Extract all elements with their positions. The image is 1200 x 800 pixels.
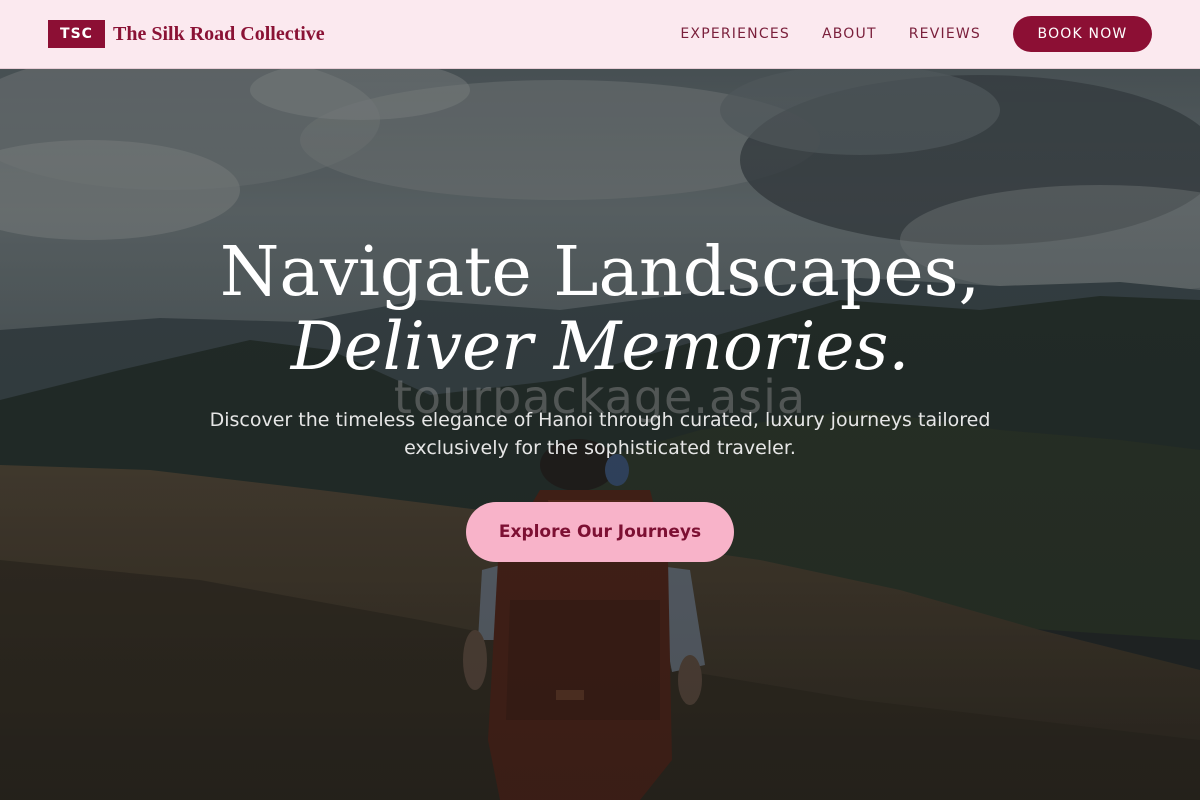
nav-link-about[interactable]: ABOUT [822,26,877,42]
hero-content: Navigate Landscapes, Deliver Memories. D… [0,236,1200,562]
hero-subtitle: Discover the timeless elegance of Hanoi … [209,409,991,459]
brand-name: The Silk Road Collective [113,22,325,45]
hero-headline: Navigate Landscapes, Deliver Memories. [0,236,1200,384]
headline-line-1: Navigate Landscapes, [219,233,981,312]
explore-journeys-button[interactable]: Explore Our Journeys [466,502,734,562]
nav-link-experiences[interactable]: EXPERIENCES [680,26,790,42]
main-nav: EXPERIENCES ABOUT REVIEWS [680,26,981,42]
book-now-button[interactable]: BOOK NOW [1013,16,1152,52]
nav-link-reviews[interactable]: REVIEWS [909,26,981,42]
brand-badge: TSC [48,20,105,48]
site-header: TSC The Silk Road Collective EXPERIENCES… [0,0,1200,69]
headline-line-2: Deliver Memories. [290,308,910,385]
brand-logo[interactable]: TSC The Silk Road Collective [48,20,325,48]
